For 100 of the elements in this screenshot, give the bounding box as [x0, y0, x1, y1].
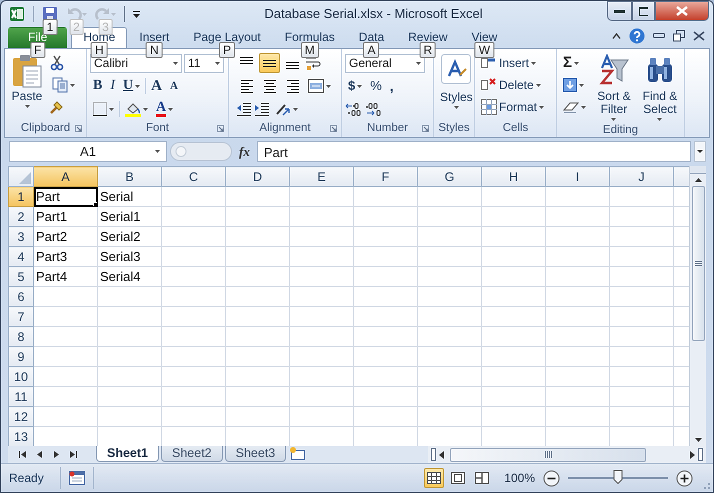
- table-cell[interactable]: [610, 266, 674, 286]
- table-cell[interactable]: [482, 206, 546, 226]
- table-cell[interactable]: [354, 266, 418, 286]
- column-header[interactable]: H: [482, 166, 546, 186]
- dialog-launcher-icon[interactable]: [330, 125, 337, 132]
- table-cell[interactable]: [226, 306, 290, 326]
- vertical-scrollbar[interactable]: [689, 166, 706, 446]
- table-cell[interactable]: [482, 226, 546, 246]
- customize-toolbar-icon[interactable]: [133, 10, 140, 18]
- row-header[interactable]: 5: [8, 266, 34, 286]
- table-cell[interactable]: [482, 346, 546, 366]
- table-cell[interactable]: [98, 306, 162, 326]
- find-select-button[interactable]: Find & Select: [638, 52, 681, 123]
- table-cell[interactable]: [34, 386, 98, 406]
- autosum-button[interactable]: Σ: [560, 52, 589, 74]
- decrease-decimal-icon[interactable]: [365, 102, 383, 116]
- table-cell[interactable]: [226, 326, 290, 346]
- dialog-launcher-icon[interactable]: [217, 125, 224, 132]
- number-format-field[interactable]: General: [345, 54, 425, 72]
- font-name-field[interactable]: Calibri: [90, 54, 182, 72]
- column-header[interactable]: F: [354, 166, 418, 186]
- table-cell[interactable]: [610, 406, 674, 426]
- table-cell[interactable]: [354, 286, 418, 306]
- table-cell[interactable]: [418, 386, 482, 406]
- scroll-left-icon[interactable]: [439, 450, 444, 458]
- table-cell[interactable]: [354, 186, 418, 206]
- table-cell[interactable]: [34, 286, 98, 306]
- table-cell[interactable]: [34, 326, 98, 346]
- table-cell[interactable]: [98, 326, 162, 346]
- row-header[interactable]: 3: [8, 226, 34, 246]
- table-cell[interactable]: [226, 266, 290, 286]
- split-box[interactable]: [431, 448, 436, 461]
- increase-indent-icon[interactable]: [254, 102, 270, 116]
- insert-function-button[interactable]: fx: [235, 142, 254, 162]
- table-cell[interactable]: [418, 366, 482, 386]
- resize-grip-icon[interactable]: [701, 480, 711, 490]
- table-cell[interactable]: [546, 246, 610, 266]
- align-button[interactable]: [259, 53, 280, 73]
- column-header[interactable]: G: [418, 166, 482, 186]
- font-color-button[interactable]: A: [153, 100, 176, 118]
- dialog-launcher-icon[interactable]: [75, 125, 82, 132]
- table-cell[interactable]: Serial: [98, 186, 162, 206]
- row-header[interactable]: 11: [8, 386, 34, 406]
- first-sheet-icon[interactable]: [18, 450, 27, 459]
- table-cell[interactable]: [610, 226, 674, 246]
- format-cells-button[interactable]: Format: [478, 96, 548, 118]
- table-cell[interactable]: [546, 286, 610, 306]
- column-header[interactable]: C: [162, 166, 226, 186]
- comma-button[interactable]: ,: [386, 77, 397, 95]
- sheet-tab[interactable]: Sheet3: [224, 446, 286, 462]
- styles-button[interactable]: Styles: [437, 52, 476, 121]
- shrink-font-button[interactable]: A: [166, 77, 181, 95]
- row-header[interactable]: 10: [8, 366, 34, 386]
- row-header[interactable]: 7: [8, 306, 34, 326]
- table-cell[interactable]: [98, 366, 162, 386]
- table-cell[interactable]: [354, 326, 418, 346]
- row-header[interactable]: 4: [8, 246, 34, 266]
- table-cell[interactable]: [546, 406, 610, 426]
- row-header[interactable]: 2: [8, 206, 34, 226]
- table-cell[interactable]: [610, 346, 674, 366]
- table-cell[interactable]: Part1: [34, 206, 98, 226]
- table-cell[interactable]: [418, 306, 482, 326]
- table-cell[interactable]: Part3: [34, 246, 98, 266]
- horizontal-scrollbar[interactable]: [428, 446, 706, 463]
- table-cell[interactable]: [354, 366, 418, 386]
- table-cell[interactable]: [418, 266, 482, 286]
- table-cell[interactable]: [482, 386, 546, 406]
- table-cell[interactable]: [98, 386, 162, 406]
- underline-button[interactable]: U: [120, 77, 144, 95]
- table-cell[interactable]: [418, 326, 482, 346]
- italic-button[interactable]: I: [107, 77, 118, 95]
- close-icon[interactable]: [693, 31, 705, 41]
- table-cell[interactable]: [546, 386, 610, 406]
- table-cell[interactable]: [34, 406, 98, 426]
- scroll-thumb[interactable]: [692, 186, 704, 341]
- table-cell[interactable]: [546, 306, 610, 326]
- row-header[interactable]: 13: [8, 426, 34, 446]
- table-cell[interactable]: Serial1: [98, 206, 162, 226]
- table-cell[interactable]: [226, 186, 290, 206]
- table-cell[interactable]: [34, 306, 98, 326]
- table-cell[interactable]: [482, 186, 546, 206]
- next-sheet-icon[interactable]: [52, 450, 61, 459]
- column-header[interactable]: B: [98, 166, 162, 186]
- table-cell[interactable]: [290, 226, 354, 246]
- table-cell[interactable]: [162, 186, 226, 206]
- active-cell[interactable]: Part: [34, 186, 98, 206]
- grow-font-button[interactable]: A: [148, 77, 165, 95]
- column-header[interactable]: E: [290, 166, 354, 186]
- table-cell[interactable]: [546, 366, 610, 386]
- restore-icon[interactable]: [673, 30, 685, 42]
- table-cell[interactable]: [610, 206, 674, 226]
- table-cell[interactable]: [418, 246, 482, 266]
- row-header[interactable]: 6: [8, 286, 34, 306]
- table-cell[interactable]: [418, 206, 482, 226]
- table-cell[interactable]: [290, 326, 354, 346]
- maximize-button[interactable]: [632, 1, 655, 21]
- table-cell[interactable]: [226, 206, 290, 226]
- formula-field[interactable]: Part: [256, 141, 691, 162]
- table-cell[interactable]: [610, 306, 674, 326]
- zoom-level[interactable]: 100%: [504, 469, 535, 487]
